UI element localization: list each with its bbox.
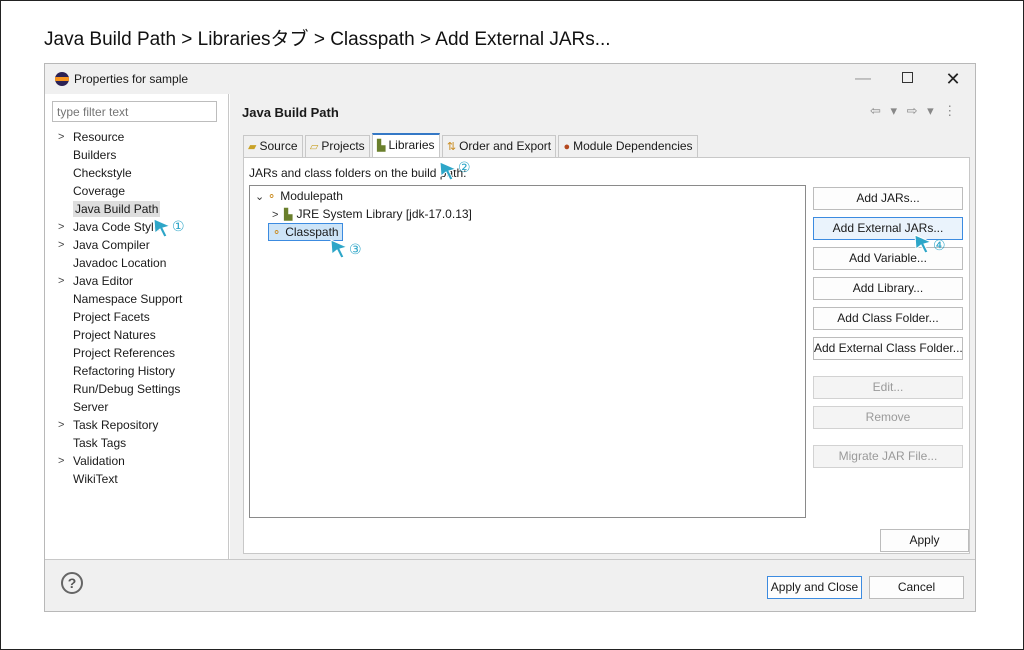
project-folder-icon: ▱ bbox=[309, 141, 319, 153]
tree-node-modulepath[interactable]: ⌄ ⚬ Modulepath bbox=[255, 187, 343, 205]
sidebar-item-resource[interactable]: > Resource bbox=[55, 128, 182, 146]
sidebar-item-javadoc-location[interactable]: Javadoc Location bbox=[55, 254, 182, 272]
tab-projects[interactable]: ▱ Projects bbox=[304, 135, 370, 157]
sidebar-item-checkstyle[interactable]: Checkstyle bbox=[55, 164, 182, 182]
property-page: Java Build Path ⇦ ▾ ⇨ ▾ ⋮ ▰ Source ▱ Proje… bbox=[230, 94, 975, 559]
sidebar-item-run-debug-settings[interactable]: Run/Debug Settings bbox=[55, 380, 182, 398]
properties-dialog: Properties for sample — ✕ >Resource Buil… bbox=[44, 63, 976, 612]
apply-button[interactable]: Apply bbox=[880, 529, 969, 552]
chevron-right-icon[interactable]: > bbox=[58, 128, 64, 146]
cursor-arrow-icon bbox=[330, 239, 349, 259]
path-container-icon: ⚬ bbox=[272, 227, 282, 239]
tab-order-and-export[interactable]: ⇅ Order and Export bbox=[441, 135, 557, 157]
cursor-arrow-icon bbox=[914, 234, 933, 254]
library-icon: ▙ bbox=[377, 140, 386, 152]
add-external-class-folder-button[interactable]: Add External Class Folder... bbox=[813, 337, 963, 360]
sidebar-item-task-repository[interactable]: > Task Repository bbox=[55, 416, 182, 434]
path-container-icon: ⚬ bbox=[267, 191, 277, 203]
add-jars-button[interactable]: Add JARs... bbox=[813, 187, 963, 210]
sidebar-item-java-editor[interactable]: > Java Editor bbox=[55, 272, 182, 290]
libraries-panel: JARs and class folders on the build path… bbox=[243, 157, 970, 554]
maximize-button[interactable] bbox=[889, 68, 925, 90]
add-class-folder-button[interactable]: Add Class Folder... bbox=[813, 307, 963, 330]
chevron-right-icon[interactable]: > bbox=[272, 206, 284, 224]
preference-tree: > Resource Builders Checkstyle Coverage J… bbox=[55, 128, 182, 488]
dialog-footer: ? Apply and Close Cancel bbox=[45, 559, 975, 611]
tab-source[interactable]: ▰ Source bbox=[243, 135, 303, 157]
migrate-jar-button[interactable]: Migrate JAR File... bbox=[813, 445, 963, 468]
minimize-button[interactable]: — bbox=[845, 68, 881, 90]
maximize-icon bbox=[901, 71, 913, 83]
sidebar-item-project-facets[interactable]: Project Facets bbox=[55, 308, 182, 326]
filter-input[interactable] bbox=[52, 101, 217, 122]
sidebar-item-project-references[interactable]: Project References bbox=[55, 344, 182, 362]
page-title: Java Build Path bbox=[242, 105, 339, 120]
sidebar-item-refactoring-history[interactable]: Refactoring History bbox=[55, 362, 182, 380]
module-icon: ● bbox=[563, 141, 571, 153]
sidebar-item-wikitext[interactable]: WikiText bbox=[55, 470, 182, 488]
window-title: Properties for sample bbox=[74, 72, 189, 86]
build-path-tree[interactable]: ⌄ ⚬ Modulepath > ▙ JRE System Library [jdk-1… bbox=[249, 185, 806, 518]
preference-sidebar: >Resource Builders Checkstyle Coverage J… bbox=[45, 94, 229, 559]
source-folder-icon: ▰ bbox=[248, 141, 257, 153]
sidebar-item-server[interactable]: Server bbox=[55, 398, 182, 416]
title-bar[interactable]: Properties for sample — ✕ bbox=[45, 64, 975, 94]
chevron-right-icon[interactable]: > bbox=[58, 452, 64, 470]
history-nav-icons[interactable]: ⇦ ▾ ⇨ ▾ ⋮ bbox=[870, 103, 959, 119]
caption-text: Java Build Path > Librariesタブ > Classpat… bbox=[44, 29, 611, 50]
cursor-arrow-icon bbox=[439, 161, 458, 181]
sidebar-item-coverage[interactable]: Coverage bbox=[55, 182, 182, 200]
step-marker-1: ① bbox=[172, 219, 185, 235]
eclipse-icon bbox=[55, 72, 69, 86]
chevron-right-icon[interactable]: > bbox=[58, 416, 64, 434]
sidebar-item-namespace-support[interactable]: Namespace Support bbox=[55, 290, 182, 308]
add-library-button[interactable]: Add Library... bbox=[813, 277, 963, 300]
chevron-right-icon[interactable]: > bbox=[58, 236, 64, 254]
tab-libraries[interactable]: ▙ Libraries bbox=[372, 133, 440, 157]
add-external-jars-button[interactable]: Add External JARs... bbox=[813, 217, 963, 240]
chevron-right-icon[interactable]: > bbox=[58, 272, 64, 290]
remove-button[interactable]: Remove bbox=[813, 406, 963, 429]
sidebar-item-java-build-path[interactable]: Java Build Path bbox=[55, 200, 182, 218]
tree-node-jre-system-library[interactable]: > ▙ JRE System Library [jdk-17.0.13] bbox=[272, 205, 472, 223]
chevron-right-icon[interactable]: > bbox=[58, 218, 64, 236]
order-icon: ⇅ bbox=[446, 141, 457, 153]
sidebar-item-project-natures[interactable]: Project Natures bbox=[55, 326, 182, 344]
chevron-down-icon[interactable]: ⌄ bbox=[255, 188, 267, 206]
sidebar-item-task-tags[interactable]: Task Tags bbox=[55, 434, 182, 452]
library-icon: ▙ bbox=[284, 209, 293, 221]
cancel-button[interactable]: Cancel bbox=[869, 576, 964, 599]
panel-description: JARs and class folders on the build path… bbox=[249, 166, 467, 180]
build-path-tabs: ▰ Source ▱ Projects ▙ Libraries ⇅ Order and … bbox=[243, 133, 698, 157]
step-marker-2: ② bbox=[458, 160, 471, 176]
apply-and-close-button[interactable]: Apply and Close bbox=[767, 576, 862, 599]
step-marker-3: ③ bbox=[349, 242, 362, 258]
sidebar-item-validation[interactable]: > Validation bbox=[55, 452, 182, 470]
edit-button[interactable]: Edit... bbox=[813, 376, 963, 399]
cursor-arrow-icon bbox=[153, 218, 172, 238]
step-marker-4: ④ bbox=[933, 238, 946, 254]
sidebar-item-builders[interactable]: Builders bbox=[55, 146, 182, 164]
tab-module-dependencies[interactable]: ● Module Dependencies bbox=[558, 135, 698, 157]
close-button[interactable]: ✕ bbox=[935, 68, 971, 90]
help-icon[interactable]: ? bbox=[61, 572, 83, 594]
